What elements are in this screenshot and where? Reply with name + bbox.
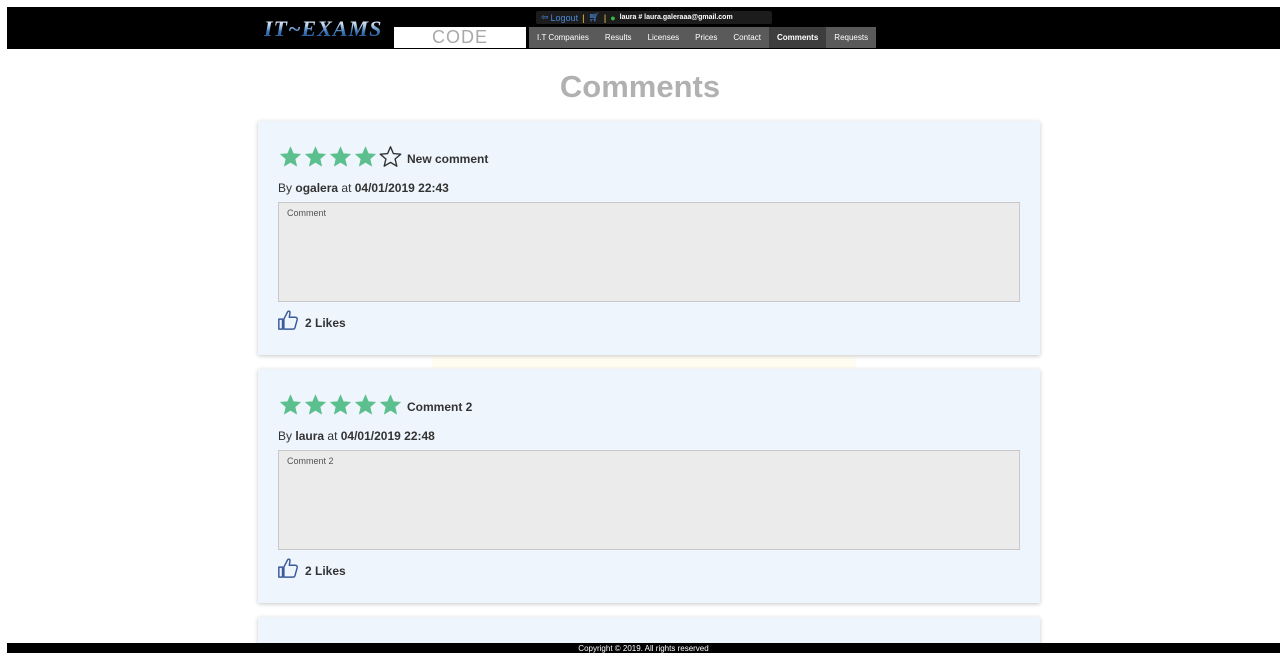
star-filled-icon[interactable] bbox=[278, 145, 303, 169]
star-empty-icon[interactable] bbox=[378, 145, 403, 169]
comment-timestamp: 04/01/2019 22:43 bbox=[354, 181, 449, 195]
likes-count: 2 Likes bbox=[305, 564, 346, 578]
nav-item-licenses[interactable]: Licenses bbox=[639, 27, 688, 48]
star-filled-icon[interactable] bbox=[328, 393, 353, 417]
comment-card: New comment By ogalera at 04/01/2019 22:… bbox=[258, 121, 1040, 355]
at-word: at bbox=[327, 429, 338, 443]
logout-link[interactable]: ⇦ Logout bbox=[541, 12, 578, 23]
logout-icon: ⇦ bbox=[541, 12, 549, 22]
star-rating bbox=[278, 393, 403, 417]
main-nav: I.T Companies Results Licenses Prices Co… bbox=[529, 27, 877, 48]
thumbs-up-icon bbox=[278, 310, 298, 330]
comment-author[interactable]: ogalera bbox=[295, 181, 338, 195]
like-button[interactable]: 2 Likes bbox=[277, 556, 346, 580]
page-title: Comments bbox=[559, 69, 721, 104]
comment-body[interactable]: Comment bbox=[278, 202, 1020, 302]
nav-item-comments[interactable]: Comments bbox=[768, 27, 827, 48]
footer-copyright: Copyright © 2019. All rights reserved bbox=[7, 643, 1280, 653]
comment-title: New comment bbox=[407, 152, 489, 166]
star-filled-icon[interactable] bbox=[353, 393, 378, 417]
cart-icon[interactable]: 🛒︎ bbox=[588, 12, 599, 23]
comment-meta: By ogalera at 04/01/2019 22:43 bbox=[278, 181, 449, 195]
comment-body[interactable]: Comment 2 bbox=[278, 450, 1020, 550]
by-prefix: By bbox=[278, 429, 293, 443]
comment-meta: By laura at 04/01/2019 22:48 bbox=[278, 429, 435, 443]
comment-author[interactable]: laura bbox=[295, 429, 324, 443]
nav-item-results[interactable]: Results bbox=[596, 27, 640, 48]
by-prefix: By bbox=[278, 181, 293, 195]
logout-label: Logout bbox=[550, 12, 579, 23]
comment-header: Comment 2 bbox=[278, 393, 472, 417]
star-rating bbox=[278, 145, 403, 169]
at-word: at bbox=[341, 181, 352, 195]
like-button[interactable]: 2 Likes bbox=[277, 308, 346, 332]
star-filled-icon[interactable] bbox=[303, 393, 328, 417]
nav-item-it-companies[interactable]: I.T Companies bbox=[529, 27, 597, 48]
star-filled-icon[interactable] bbox=[303, 145, 328, 169]
likes-count: 2 Likes bbox=[305, 316, 346, 330]
star-filled-icon[interactable] bbox=[328, 145, 353, 169]
code-label: CODE bbox=[394, 27, 526, 48]
user-email: laura # laura.galeraaa@gmail.com bbox=[619, 14, 733, 21]
background-watermark bbox=[432, 356, 856, 368]
comment-timestamp: 04/01/2019 22:48 bbox=[340, 429, 435, 443]
comment-title: Comment 2 bbox=[407, 400, 473, 414]
star-filled-icon[interactable] bbox=[378, 393, 403, 417]
nav-item-requests[interactable]: Requests bbox=[826, 27, 877, 48]
star-filled-icon[interactable] bbox=[353, 145, 378, 169]
comment-header: New comment bbox=[278, 145, 488, 169]
thumbs-up-icon bbox=[278, 558, 298, 578]
separator: | bbox=[582, 12, 585, 23]
separator: | bbox=[603, 12, 607, 23]
star-filled-icon[interactable] bbox=[278, 393, 303, 417]
comment-card: Comment 2 By laura at 04/01/2019 22:48 C… bbox=[258, 369, 1040, 603]
site-logo[interactable]: IT~EXAMS bbox=[264, 16, 382, 42]
nav-item-prices[interactable]: Prices bbox=[687, 27, 726, 48]
nav-item-contact[interactable]: Contact bbox=[725, 27, 769, 48]
user-bar: ⇦ Logout | 🛒︎ | ● laura # laura.galeraaa… bbox=[536, 11, 772, 24]
user-icon: ● bbox=[610, 12, 616, 23]
